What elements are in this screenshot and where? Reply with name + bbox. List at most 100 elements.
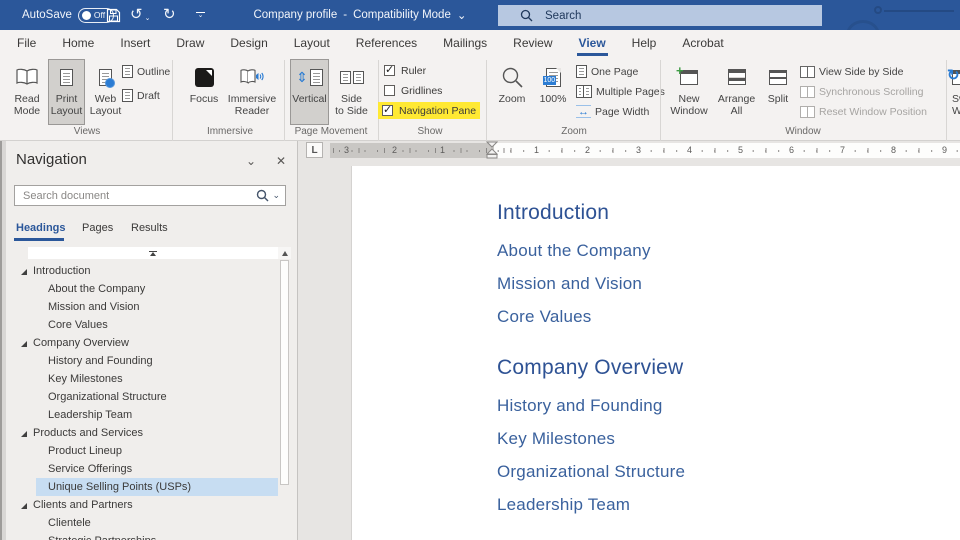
- tab-mailings[interactable]: Mailings: [430, 30, 500, 56]
- print-layout-button[interactable]: Print Layout: [48, 59, 85, 125]
- draft-button[interactable]: Draft: [122, 87, 160, 104]
- tree-item-clients-and-partners[interactable]: Clients and Partners: [0, 496, 278, 514]
- one-page-button[interactable]: One Page: [576, 63, 638, 80]
- tree-item[interactable]: Product Lineup: [0, 442, 278, 460]
- tree-item-introduction[interactable]: Introduction: [0, 262, 278, 280]
- tree-item-clipped[interactable]: Strategic Partnerships: [0, 532, 278, 540]
- reset-window-position-button[interactable]: Reset Window Position: [800, 103, 927, 120]
- multiple-pages-button[interactable]: Multiple Pages: [576, 83, 665, 100]
- doc-heading-key-milestones[interactable]: Key Milestones: [497, 429, 615, 449]
- gridlines-checkbox[interactable]: Gridlines: [380, 82, 446, 99]
- ruler-number: 5: [736, 144, 746, 157]
- vertical-button[interactable]: ⇕ Vertical: [290, 59, 329, 125]
- undo-button[interactable]: ↺ ⌄: [130, 0, 150, 30]
- synchronous-scrolling-button[interactable]: Synchronous Scrolling: [800, 83, 923, 100]
- tree-item[interactable]: History and Founding: [0, 352, 278, 370]
- ruler-margin-segment[interactable]: 3 2 1: [330, 143, 494, 158]
- focus-button[interactable]: Focus: [185, 59, 223, 125]
- doc-heading-leadership-team[interactable]: Leadership Team: [497, 495, 630, 515]
- search-input[interactable]: [543, 8, 793, 23]
- titlebar-decoration-line: [884, 10, 954, 12]
- collapse-triangle-icon[interactable]: [20, 268, 28, 276]
- tab-selector-button[interactable]: L: [306, 142, 323, 158]
- collapse-triangle-icon[interactable]: [20, 502, 28, 510]
- tab-draw[interactable]: Draw: [163, 30, 217, 56]
- pane-options-chevron-icon[interactable]: ⌄: [246, 154, 256, 168]
- doc-heading-core-values[interactable]: Core Values: [497, 307, 592, 327]
- scroll-to-top-bar[interactable]: [28, 247, 278, 259]
- indent-markers-icon[interactable]: [486, 141, 498, 159]
- outline-button[interactable]: Outline: [122, 63, 170, 80]
- read-mode-button[interactable]: Read Mode: [8, 59, 46, 125]
- document-page[interactable]: [351, 166, 960, 540]
- tab-view[interactable]: View: [566, 30, 619, 56]
- split-button[interactable]: Split: [761, 59, 795, 125]
- undo-icon: ↺: [130, 6, 143, 23]
- tab-insert[interactable]: Insert: [107, 30, 163, 56]
- tab-file[interactable]: File: [4, 30, 49, 56]
- nav-tab-pages[interactable]: Pages: [82, 222, 113, 234]
- doc-heading-organizational-structure[interactable]: Organizational Structure: [497, 462, 685, 482]
- search-box[interactable]: [498, 5, 822, 26]
- nav-tab-headings[interactable]: Headings: [16, 222, 66, 234]
- tab-layout[interactable]: Layout: [281, 30, 343, 56]
- redo-button[interactable]: ↻: [163, 0, 176, 30]
- new-window-button[interactable]: + New Window: [666, 59, 712, 125]
- side-to-side-button[interactable]: Side to Side: [331, 59, 372, 125]
- ruler-checkbox[interactable]: Ruler: [380, 62, 430, 79]
- switch-windows-button[interactable]: Sw Winc: [947, 59, 960, 125]
- page-width-button[interactable]: ↔ Page Width: [576, 103, 649, 120]
- hundred-percent-button[interactable]: 100 100%: [535, 59, 571, 125]
- document-search-box[interactable]: ⌄: [14, 185, 286, 206]
- doc-heading-mission-and-vision[interactable]: Mission and Vision: [497, 274, 642, 294]
- tree-item[interactable]: Leadership Team: [0, 406, 278, 424]
- doc-heading-about-the-company[interactable]: About the Company: [497, 241, 651, 261]
- pane-close-icon[interactable]: ✕: [276, 154, 286, 168]
- collapse-triangle-icon[interactable]: [20, 430, 28, 438]
- ruler-page-segment[interactable]: 1 2 3 4 5 6 7 8 9: [494, 143, 960, 158]
- immersive-reader-button[interactable]: Immersive Reader: [225, 59, 279, 125]
- search-options-chevron-icon[interactable]: ⌄: [272, 190, 280, 201]
- collapse-triangle-icon[interactable]: [20, 340, 28, 348]
- tab-home[interactable]: Home: [49, 30, 107, 56]
- doc-heading-company-overview[interactable]: Company Overview: [497, 356, 683, 380]
- autosave-toggle[interactable]: AutoSave Off: [22, 0, 114, 30]
- save-button[interactable]: [106, 0, 121, 30]
- arrange-all-button[interactable]: Arrange All: [713, 59, 760, 125]
- web-layout-button[interactable]: Web Layout: [87, 59, 124, 125]
- search-icon[interactable]: [256, 189, 269, 202]
- undo-dropdown-icon[interactable]: ⌄: [145, 14, 151, 22]
- doc-heading-history-and-founding[interactable]: History and Founding: [497, 396, 663, 416]
- tab-help[interactable]: Help: [619, 30, 670, 56]
- navigation-pane-checkbox[interactable]: Navigation Pane: [378, 102, 481, 119]
- tab-review[interactable]: Review: [500, 30, 565, 56]
- doc-heading-introduction[interactable]: Introduction: [497, 201, 609, 225]
- customize-quick-access-button[interactable]: ⌄: [196, 0, 205, 30]
- tree-item[interactable]: Mission and Vision: [0, 298, 278, 316]
- tree-item[interactable]: Service Offerings: [0, 460, 278, 478]
- navigation-pane: Navigation ⌄ ✕ ⌄ Headings Pages Results: [0, 141, 298, 540]
- view-side-by-side-button[interactable]: View Side by Side: [800, 63, 903, 80]
- tree-item-products-and-services[interactable]: Products and Services: [0, 424, 278, 442]
- scrollbar-thumb[interactable]: [280, 260, 289, 485]
- tab-design[interactable]: Design: [217, 30, 280, 56]
- nav-tab-results[interactable]: Results: [131, 222, 168, 234]
- tab-acrobat[interactable]: Acrobat: [669, 30, 736, 56]
- tree-item[interactable]: About the Company: [0, 280, 278, 298]
- outline-icon: [122, 65, 133, 78]
- tree-item-selected[interactable]: Unique Selling Points (USPs): [0, 478, 278, 496]
- draft-label: Draft: [137, 89, 160, 102]
- tree-item[interactable]: Core Values: [0, 316, 278, 334]
- new-window-label-2: Window: [670, 105, 708, 117]
- tab-references[interactable]: References: [343, 30, 430, 56]
- tree-item-company-overview[interactable]: Company Overview: [0, 334, 278, 352]
- tree-item[interactable]: Clientele: [0, 514, 278, 532]
- word-window: AutoSave Off ↺ ⌄ ↻ ⌄ Company profile - C…: [0, 0, 960, 540]
- scrollbar-up-button[interactable]: [278, 247, 291, 259]
- synchronous-scrolling-label: Synchronous Scrolling: [819, 85, 924, 98]
- zoom-button[interactable]: Zoom: [492, 59, 532, 125]
- document-search-input[interactable]: [15, 189, 257, 202]
- tree-item[interactable]: Organizational Structure: [0, 388, 278, 406]
- tree-item[interactable]: Key Milestones: [0, 370, 278, 388]
- title-chevron-icon[interactable]: ⌄: [457, 8, 467, 22]
